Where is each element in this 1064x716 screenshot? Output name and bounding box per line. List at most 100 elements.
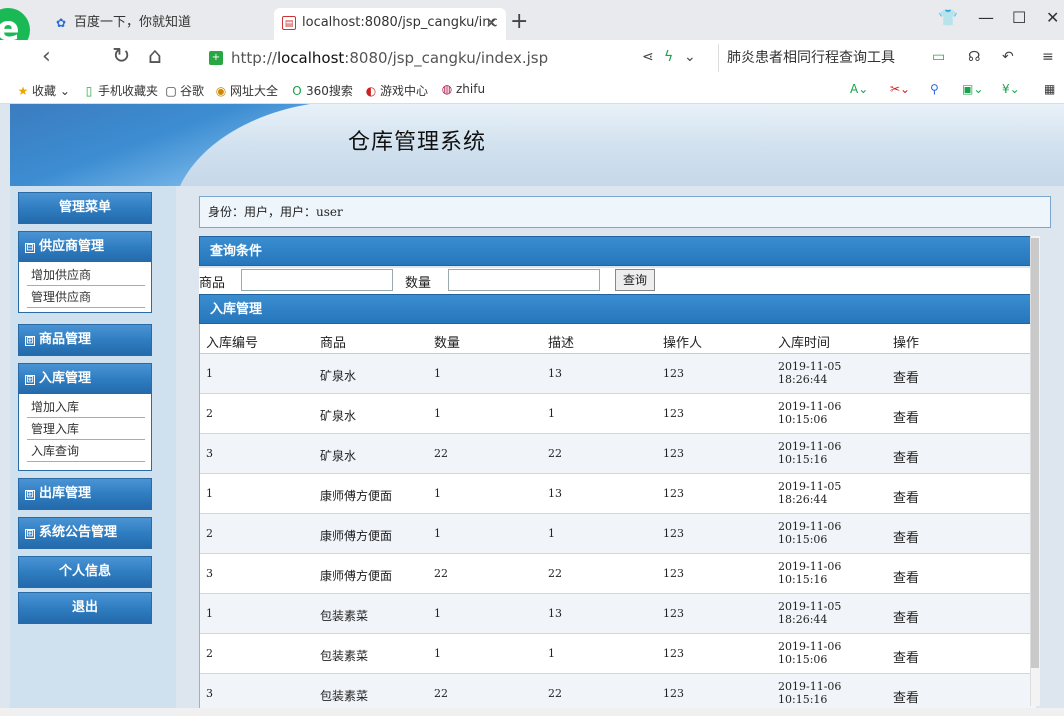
view-link[interactable]: 查看 (893, 447, 919, 466)
inbound-table: 入库编号 商品 数量 描述 操作人 入库时间 操作 1 矿泉水 1 13 123 2019… (199, 324, 1036, 714)
view-link[interactable]: 查看 (893, 567, 919, 586)
table-body: 1 矿泉水 1 13 123 2019-11-05 18:26:44 查看 2 矿泉水 1 1 123 2… (200, 354, 1036, 714)
cell-quantity: 22 (434, 567, 448, 580)
group-header-inbound[interactable]: ⊞ 入库管理 (19, 364, 151, 394)
back-icon[interactable]: ‹ (42, 45, 51, 69)
column-header: 入库编号 (206, 336, 259, 351)
reload-icon[interactable]: ↻ (112, 45, 130, 69)
view-link[interactable]: 查看 (893, 687, 919, 706)
menu-item-manage-supplier[interactable]: 管理供应商 (27, 286, 145, 308)
bookmark-label: 谷歌 (180, 84, 205, 98)
secure-icon: + (209, 51, 223, 65)
group-title: 系统公告管理 (39, 525, 118, 540)
home-icon[interactable]: ⌂ (148, 45, 162, 69)
group-header-notice[interactable]: ⊞ 系统公告管理 (19, 518, 151, 548)
personal-info-button[interactable]: 个人信息 (18, 556, 152, 588)
bookmark-zhifu[interactable]: ◍ zhifu (440, 82, 485, 96)
sidebar: 管理菜单 ⊟ 供应商管理 增加供应商 管理供应商 ⊞ 商品管理 ⊞ 入库管理 增加入库… (10, 186, 176, 716)
query-button[interactable]: 查询 (615, 269, 655, 291)
cell-id: 3 (206, 567, 213, 580)
maximize-icon[interactable]: ☐ (1012, 8, 1026, 28)
lightning-icon[interactable]: ϟ (664, 49, 673, 65)
cell-clock: 10:15:16 (778, 573, 828, 586)
menu-group-notice: ⊞ 系统公告管理 (18, 517, 152, 549)
group-title: 商品管理 (39, 332, 92, 347)
cell-product: 矿泉水 (320, 409, 357, 423)
chevron-down-icon[interactable]: ⌄ (684, 49, 696, 65)
bookmark-label: zhifu (456, 82, 486, 96)
page-header: 仓库管理系统 (10, 104, 1064, 186)
page-icon: ▤ (282, 16, 296, 30)
translate-icon[interactable]: A⌄ (850, 82, 868, 96)
expand-icon: ⊞ (25, 375, 35, 385)
close-window-icon[interactable]: ✕ (1046, 8, 1059, 28)
cell-clock: 18:26:44 (778, 493, 828, 506)
cell-clock: 10:15:16 (778, 453, 828, 466)
address-bar: ‹ ↻ ⌂ + http://localhost:8080/jsp_cangku… (0, 40, 1064, 76)
new-tab-icon[interactable]: + (510, 8, 528, 36)
bookmark-hao[interactable]: ◉ 网址大全 (214, 82, 278, 99)
view-link[interactable]: 查看 (893, 607, 919, 626)
undo-icon[interactable]: ↶ (1002, 49, 1014, 65)
bookmark-label: 游戏中心 (380, 84, 429, 98)
scissors-icon[interactable]: ✂⌄ (890, 82, 910, 96)
apps-icon[interactable]: ▦ (1044, 82, 1055, 96)
cell-id: 1 (206, 367, 213, 380)
group-header-supplier[interactable]: ⊟ 供应商管理 (19, 232, 151, 262)
product-input[interactable] (241, 269, 393, 291)
share-icon[interactable]: ⋖ (642, 49, 654, 65)
cell-description: 13 (548, 607, 562, 620)
tab-title: 百度一下，你就知道 (74, 15, 192, 30)
cell-product: 康师傅方便面 (320, 569, 393, 583)
group-header-product[interactable]: ⊞ 商品管理 (19, 325, 151, 355)
bookmark-games[interactable]: ◐ 游戏中心 (364, 82, 428, 99)
cell-product: 包装素菜 (320, 609, 369, 623)
menu-group-product: ⊞ 商品管理 (18, 324, 152, 356)
cell-id: 2 (206, 647, 213, 660)
bookmark-360[interactable]: O 360搜索 (290, 82, 353, 99)
query-panel-title: 查询条件 (199, 236, 1035, 266)
logout-button[interactable]: 退出 (18, 592, 152, 624)
cell-date: 2019-11-06 (778, 640, 842, 653)
minimize-icon[interactable]: — (978, 8, 994, 28)
magnifier-icon[interactable]: ⚲ (930, 82, 939, 96)
browser-tab-active[interactable]: ▤ localhost:8080/jsp_cangku/inc ✕ (274, 8, 506, 40)
expand-icon: ⊞ (25, 336, 35, 346)
cell-quantity: 1 (434, 527, 441, 540)
view-link[interactable]: 查看 (893, 527, 919, 546)
cell-id: 3 (206, 447, 213, 460)
bookmark-mobile[interactable]: ▯ 手机收藏夹 (82, 82, 158, 99)
game-icon: ◐ (365, 84, 377, 98)
url-field[interactable]: + http://localhost:8080/jsp_cangku/index… (205, 44, 705, 72)
search-input[interactable]: 肺炎患者相同行程查询工具 (718, 44, 910, 72)
cell-time: 2019-11-05 18:26:44 (778, 600, 841, 626)
group-header-outbound[interactable]: ⊞ 出库管理 (19, 479, 151, 509)
cell-operator: 123 (663, 487, 684, 500)
view-link[interactable]: 查看 (893, 647, 919, 666)
headphone-icon[interactable]: ☊ (968, 49, 980, 65)
cell-time: 2019-11-06 10:15:16 (778, 440, 841, 466)
url-prefix: http:// (231, 49, 277, 67)
bookmark-favorites[interactable]: ★ 收藏 ⌄ (16, 82, 70, 99)
status-bar (0, 708, 1064, 716)
view-link[interactable]: 查看 (893, 367, 919, 386)
menu-item-add-inbound[interactable]: 增加入库 (27, 396, 145, 418)
cell-quantity: 1 (434, 367, 441, 380)
battery-icon[interactable]: ▭ (932, 49, 945, 65)
scrollbar-thumb[interactable] (1031, 238, 1039, 668)
close-tab-icon[interactable]: ✕ (485, 8, 498, 38)
bookmark-google[interactable]: ▢ 谷歌 (164, 82, 204, 99)
view-link[interactable]: 查看 (893, 487, 919, 506)
yen-icon[interactable]: ¥⌄ (1002, 82, 1020, 96)
shirt-icon[interactable]: 👕 (938, 8, 958, 28)
gamepad-icon[interactable]: ▣⌄ (962, 82, 983, 96)
table-row: 3 康师傅方便面 22 22 123 2019-11-06 10:15:16 查看 (200, 554, 1036, 594)
menu-icon[interactable]: ≡ (1042, 49, 1054, 65)
view-link[interactable]: 查看 (893, 407, 919, 426)
menu-item-add-supplier[interactable]: 增加供应商 (27, 264, 145, 286)
menu-item-manage-inbound[interactable]: 管理入库 (27, 418, 145, 440)
cell-time: 2019-11-06 10:15:16 (778, 560, 841, 586)
browser-tab-baidu[interactable]: ✿ 百度一下，你就知道 (46, 8, 268, 40)
quantity-input[interactable] (448, 269, 600, 291)
menu-item-query-inbound[interactable]: 入库查询 (27, 440, 145, 462)
